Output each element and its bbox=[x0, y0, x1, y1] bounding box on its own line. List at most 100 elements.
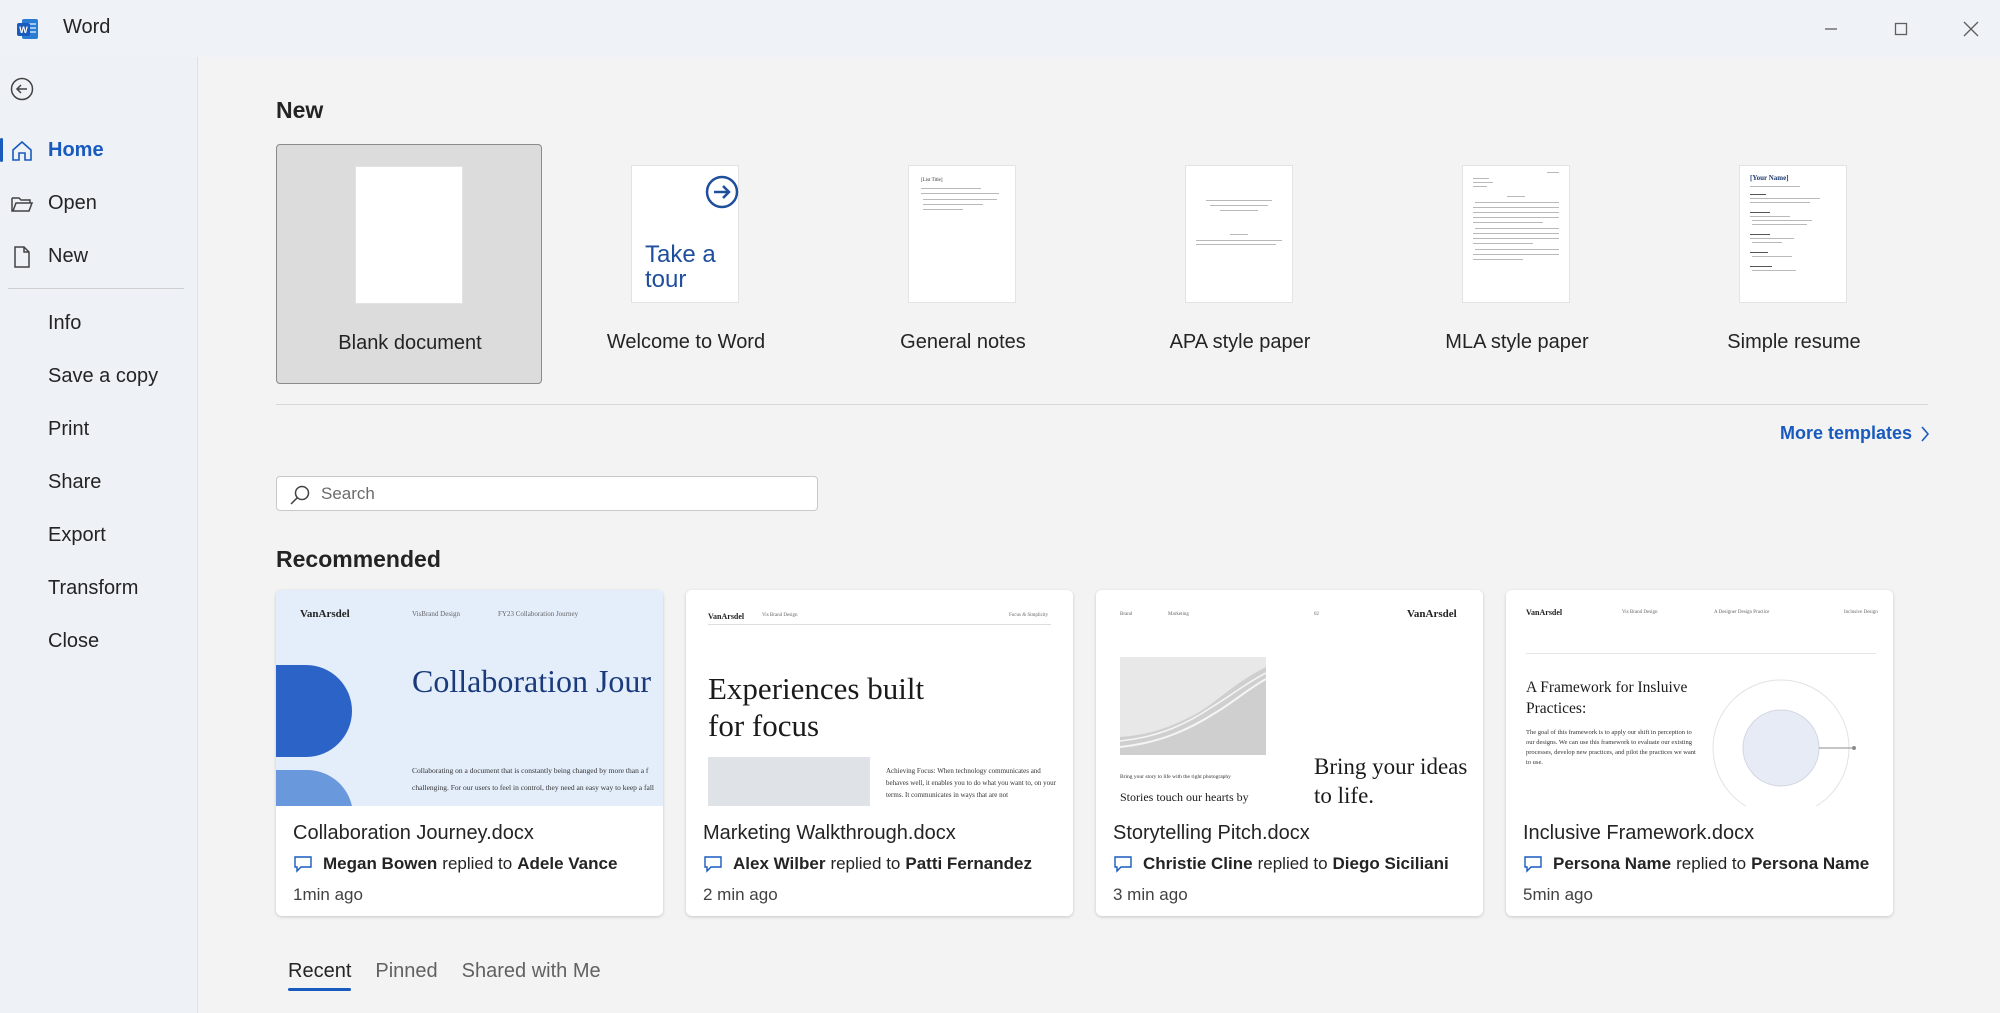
search-box[interactable] bbox=[276, 476, 818, 511]
svg-text:W: W bbox=[19, 25, 28, 35]
text-line bbox=[1750, 194, 1766, 195]
folder-open-icon bbox=[11, 197, 34, 212]
recommended-title: Recommended bbox=[276, 546, 441, 572]
text-line bbox=[1750, 234, 1770, 235]
preview-image bbox=[708, 757, 870, 806]
template-label: Welcome to Word bbox=[606, 331, 766, 353]
card-time: 2 min ago bbox=[703, 885, 778, 904]
template-welcome-to-word[interactable]: Take a tour Welcome to Word bbox=[553, 144, 819, 384]
text-line bbox=[1752, 270, 1796, 271]
tab-shared-with-me[interactable]: Shared with Me bbox=[462, 960, 601, 991]
nav-new-label: New bbox=[48, 245, 89, 267]
chevron-right-icon bbox=[1921, 425, 1930, 442]
card-file-name: Storytelling Pitch.docx bbox=[1113, 822, 1310, 844]
text-line bbox=[1750, 186, 1800, 187]
text-line bbox=[1750, 198, 1820, 199]
text-line bbox=[1507, 196, 1525, 197]
text-line bbox=[1473, 182, 1493, 183]
minimize-button[interactable] bbox=[1796, 0, 1866, 57]
nav-share[interactable]: Share bbox=[0, 462, 198, 502]
back-button[interactable] bbox=[8, 75, 36, 103]
preview-nav-item: A Designer Design Practice bbox=[1714, 610, 1770, 615]
template-thumbnail: [Your Name] bbox=[1740, 166, 1846, 302]
activity-action: replied to bbox=[442, 854, 513, 873]
maximize-button[interactable] bbox=[1866, 0, 1936, 57]
take-a-tour-text: Take a tour bbox=[645, 241, 716, 293]
recommended-card[interactable]: VanArsdel Vis Brand Design A Designer De… bbox=[1506, 590, 1893, 916]
sidebar-divider bbox=[8, 288, 184, 289]
nav-open-label: Open bbox=[48, 192, 97, 214]
activity-user: Persona Name bbox=[1553, 854, 1672, 873]
new-document-icon bbox=[14, 246, 30, 268]
activity-target: Persona Name bbox=[1751, 854, 1870, 873]
title-bar: W Word bbox=[0, 0, 2000, 57]
nav-close-label: Close bbox=[48, 630, 100, 652]
nav-close[interactable]: Close bbox=[0, 621, 198, 661]
text-line bbox=[1196, 244, 1276, 245]
comment-icon bbox=[294, 856, 312, 873]
preview-rule bbox=[708, 624, 1051, 625]
recommended-card[interactable]: VanArsdel VisBrand Design FY23 Collabora… bbox=[276, 590, 663, 916]
nav-home[interactable]: Home bbox=[0, 130, 198, 170]
nav-transform[interactable]: Transform bbox=[0, 568, 198, 608]
template-blank-document[interactable]: Blank document bbox=[276, 144, 542, 384]
tab-recent[interactable]: Recent bbox=[288, 960, 352, 991]
document-preview: Brand Marketing 02 VanArsdel Bring your … bbox=[1096, 590, 1483, 806]
more-templates-link[interactable]: More templates bbox=[1780, 423, 1930, 444]
text-line bbox=[921, 193, 999, 194]
nav-share-label: Share bbox=[48, 471, 102, 493]
text-line bbox=[1473, 217, 1559, 218]
preview-left-headline: Stories touch our hearts by bbox=[1120, 790, 1249, 804]
card-file-name: Collaboration Journey.docx bbox=[293, 822, 534, 844]
word-logo-icon: W bbox=[17, 19, 38, 39]
search-input[interactable] bbox=[321, 482, 801, 506]
template-thumbnail bbox=[1463, 166, 1569, 302]
text-line bbox=[923, 209, 963, 210]
nav-new[interactable]: New bbox=[0, 236, 198, 276]
thumb-title: [Your Name] bbox=[1750, 174, 1789, 182]
preview-brand: VanArsdel bbox=[300, 608, 350, 620]
nav-print[interactable]: Print bbox=[0, 409, 198, 449]
nav-save-a-copy[interactable]: Save a copy bbox=[0, 356, 198, 396]
activity-target: Diego Siciliani bbox=[1332, 854, 1449, 873]
text-line bbox=[1547, 172, 1559, 173]
template-thumbnail bbox=[356, 167, 462, 303]
text-line bbox=[1473, 207, 1559, 208]
nav-export[interactable]: Export bbox=[0, 515, 198, 555]
tab-pinned[interactable]: Pinned bbox=[375, 960, 437, 991]
recommended-card[interactable]: Brand Marketing 02 VanArsdel Bring your … bbox=[1096, 590, 1483, 916]
text-line bbox=[1750, 212, 1770, 213]
recommended-card[interactable]: VanArsdel Vis Brand Design Focus & Simpl… bbox=[686, 590, 1073, 916]
document-preview: VanArsdel VisBrand Design FY23 Collabora… bbox=[276, 590, 663, 806]
text-line bbox=[1473, 186, 1487, 187]
comment-icon bbox=[1524, 856, 1542, 873]
text-line bbox=[1752, 224, 1807, 225]
card-activity: Christie Cline replied to Diego Sicilian… bbox=[1113, 854, 1449, 874]
comment-icon bbox=[1114, 856, 1132, 873]
new-section-title: New bbox=[276, 97, 324, 123]
preview-photo-graphic bbox=[1120, 657, 1266, 755]
preview-nav-item: Brand bbox=[1120, 612, 1133, 617]
template-mla-style-paper[interactable]: MLA style paper bbox=[1384, 144, 1650, 384]
home-icon bbox=[12, 140, 32, 161]
preview-brand: VanArsdel bbox=[708, 612, 745, 621]
activity-action: replied to bbox=[1257, 854, 1328, 873]
text-line bbox=[1752, 242, 1782, 243]
section-divider bbox=[276, 404, 1928, 405]
preview-body: The goal of this framework is to apply o… bbox=[1526, 729, 1696, 766]
back-arrow-icon bbox=[10, 77, 34, 101]
close-window-button[interactable] bbox=[1936, 0, 2000, 57]
template-simple-resume[interactable]: [Your Name] Simple resume bbox=[1661, 144, 1927, 384]
text-line bbox=[1473, 178, 1489, 179]
nav-info[interactable]: Info bbox=[0, 303, 198, 343]
text-line bbox=[923, 204, 983, 205]
comment-icon bbox=[704, 856, 722, 873]
preview-nav-item: Inclusive Design bbox=[1844, 610, 1878, 615]
file-list-tabs: Recent Pinned Shared with Me bbox=[288, 960, 601, 991]
preview-nav-item: Vis Brand Design bbox=[1622, 610, 1658, 615]
template-apa-style-paper[interactable]: APA style paper bbox=[1107, 144, 1373, 384]
template-general-notes[interactable]: [List Title] General notes bbox=[830, 144, 1096, 384]
nav-open[interactable]: Open bbox=[0, 183, 198, 223]
template-thumbnail: Take a tour bbox=[632, 166, 739, 302]
maximize-icon bbox=[1894, 22, 1908, 35]
